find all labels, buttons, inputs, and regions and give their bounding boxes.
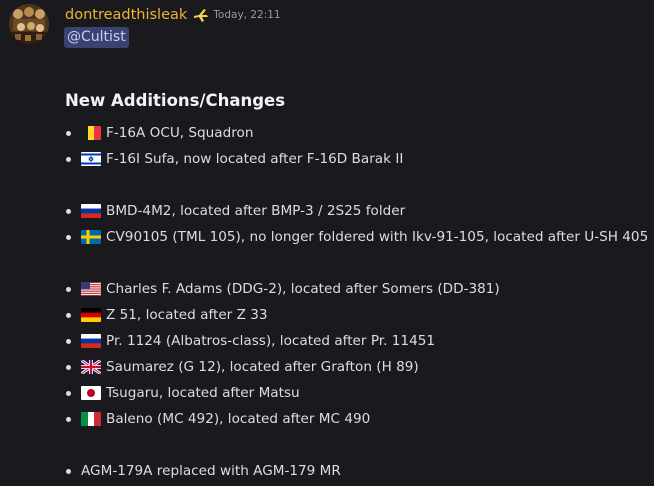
list-item-text: Tsugaru, located after Matsu (106, 385, 300, 401)
section-heading: New Additions/Changes (65, 91, 286, 110)
plane-icon (193, 7, 209, 23)
japan-flag-icon (81, 386, 101, 400)
list-item-text: BMD-4M2, located after BMP-3 / 2S25 fold… (106, 203, 406, 219)
list-item-text: F-16I Sufa, now located after F-16D Bara… (106, 151, 404, 167)
bullet-point (66, 312, 71, 318)
list-item: Baleno (MC 492), located after MC 490 (66, 408, 370, 430)
list-item: Charles F. Adams (DDG-2), located after … (66, 278, 500, 300)
bullet-point (66, 338, 71, 344)
germany-flag-icon (81, 308, 101, 322)
user-avatar[interactable] (9, 4, 49, 44)
list-item-text: AGM-179A replaced with AGM-179 MR (81, 463, 341, 479)
russia-flag-icon (81, 204, 101, 218)
bullet-point (66, 130, 71, 136)
bullet-point (66, 416, 71, 422)
bullet-point (66, 234, 71, 240)
bullet-point (66, 390, 71, 396)
list-item-text: Z 51, located after Z 33 (106, 307, 268, 323)
list-item-text: Baleno (MC 492), located after MC 490 (106, 411, 371, 427)
list-item: BMD-4M2, located after BMP-3 / 2S25 fold… (66, 200, 405, 222)
user-mention[interactable]: @Cultist (64, 27, 129, 48)
list-item-text: Charles F. Adams (DDG-2), located after … (106, 281, 500, 297)
list-item-text: F-16A OCU, Squadron (106, 125, 254, 141)
bullet-point (66, 286, 71, 292)
list-item-text: Saumarez (G 12), located after Grafton (… (106, 359, 419, 375)
list-item: Saumarez (G 12), located after Grafton (… (66, 356, 419, 378)
bullet-point (66, 156, 71, 162)
bullet-point (66, 208, 71, 214)
italy-flag-icon (81, 412, 101, 426)
username[interactable]: dontreadthisleak (65, 7, 187, 23)
bullet-point (66, 468, 71, 474)
list-item: Pr. 1124 (Albatros-class), located after… (66, 330, 435, 352)
list-item: AGM-179A replaced with AGM-179 MR (66, 460, 341, 482)
list-item-text: Pr. 1124 (Albatros-class), located after… (106, 333, 436, 349)
list-item-text: CV90105 (TML 105), no longer foldered wi… (106, 229, 649, 245)
usa-flag-icon (81, 282, 101, 296)
sweden-flag-icon (81, 230, 101, 244)
list-item: Z 51, located after Z 33 (66, 304, 268, 326)
list-item: F-16A OCU, Squadron (66, 122, 253, 144)
list-item: F-16I Sufa, now located after F-16D Bara… (66, 148, 403, 170)
israel-flag-icon (81, 152, 101, 166)
list-item: CV90105 (TML 105), no longer foldered wi… (66, 226, 648, 248)
chat-message: dontreadthisleak Today, 22:11 @Cultist N… (0, 0, 654, 486)
list-item: Tsugaru, located after Matsu (66, 382, 300, 404)
message-header: dontreadthisleak Today, 22:11 (65, 5, 281, 25)
uk-flag-icon (81, 360, 101, 374)
bullet-point (66, 364, 71, 370)
message-timestamp[interactable]: Today, 22:11 (213, 9, 280, 21)
belgium-flag-icon (81, 126, 101, 140)
russia-flag-icon (81, 334, 101, 348)
